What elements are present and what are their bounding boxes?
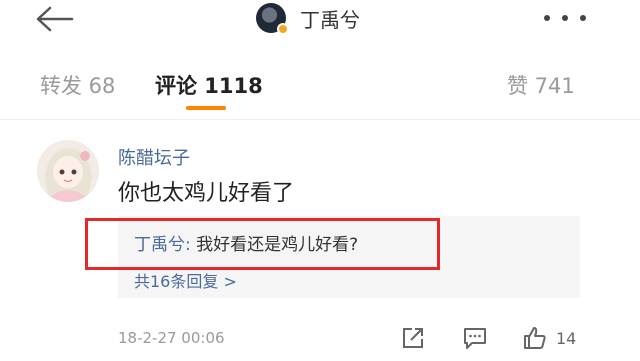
more-dot-icon (544, 15, 550, 21)
more-options-button[interactable] (544, 13, 586, 23)
reply-button[interactable] (462, 325, 488, 351)
share-button[interactable] (400, 325, 426, 351)
verified-badge-icon (277, 23, 289, 35)
owner-avatar[interactable] (256, 3, 289, 35)
comment-timestamp: 18-2-27 00:06 (118, 329, 225, 347)
like-button[interactable] (522, 325, 548, 351)
view-replies-link[interactable]: 共16条回复 > (134, 268, 237, 292)
anime-girl-avatar-icon (37, 140, 99, 202)
tab-comment[interactable]: 评论 1118 (155, 70, 263, 100)
top-bar: 丁禹兮 (0, 0, 640, 40)
more-dot-icon (562, 15, 568, 21)
comment-text: 你也太鸡儿好看了 (118, 181, 295, 206)
owner-name[interactable]: 丁禹兮 (300, 4, 360, 33)
like-count: 14 (556, 329, 577, 348)
more-dot-icon (580, 15, 586, 21)
commenter-avatar[interactable] (37, 140, 99, 202)
share-icon (403, 328, 423, 348)
post-owner[interactable]: 丁禹兮 (256, 0, 360, 36)
tab-like[interactable]: 赞 741 (507, 70, 575, 100)
comment-actions: 18-2-27 00:06 14 (0, 325, 640, 355)
commenter-name[interactable]: 陈醋坛子 (118, 144, 190, 170)
post-tabs: 转发 68 评论 1118 赞 741 (0, 70, 640, 110)
back-button[interactable] (34, 4, 74, 34)
tab-repost[interactable]: 转发 68 (40, 70, 115, 100)
thumbs-up-icon (524, 327, 546, 349)
annotation-highlight-box (85, 218, 440, 270)
back-arrow-icon (36, 6, 74, 32)
active-tab-indicator (186, 106, 226, 110)
comment-icon (464, 328, 486, 349)
